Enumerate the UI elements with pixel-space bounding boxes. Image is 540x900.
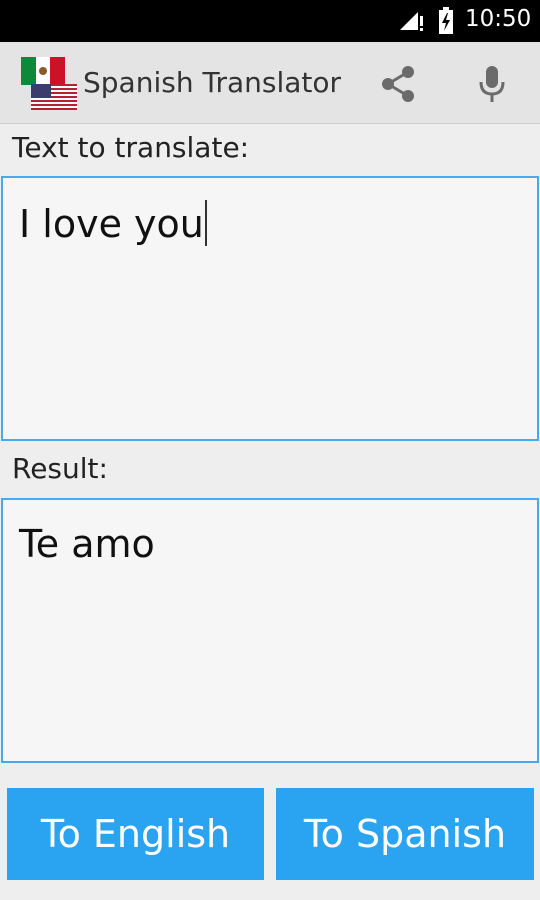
status-time: 10:50 <box>465 6 532 32</box>
to-english-button[interactable]: To English <box>7 788 264 880</box>
result-output[interactable]: Te amo <box>1 498 539 763</box>
battery-charging-icon <box>439 7 453 34</box>
mexico-flag-icon <box>21 57 65 85</box>
mic-button[interactable] <box>468 60 516 108</box>
text-cursor <box>204 200 207 246</box>
usa-flag-icon <box>31 84 77 110</box>
share-icon <box>382 66 414 102</box>
source-input[interactable]: I love you <box>1 176 539 441</box>
mic-icon <box>479 66 505 102</box>
signal-icon <box>400 12 423 31</box>
result-text: Te amo <box>19 522 155 566</box>
app-title: Spanish Translator <box>83 66 342 99</box>
to-spanish-button[interactable]: To Spanish <box>276 788 534 880</box>
action-bar: Spanish Translator <box>0 42 540 124</box>
result-label: Result: <box>12 452 108 485</box>
source-text: I love you <box>19 202 204 246</box>
source-label: Text to translate: <box>12 131 250 164</box>
share-button[interactable] <box>374 60 422 108</box>
app-logo <box>21 57 77 111</box>
status-bar: 10:50 <box>0 0 540 42</box>
